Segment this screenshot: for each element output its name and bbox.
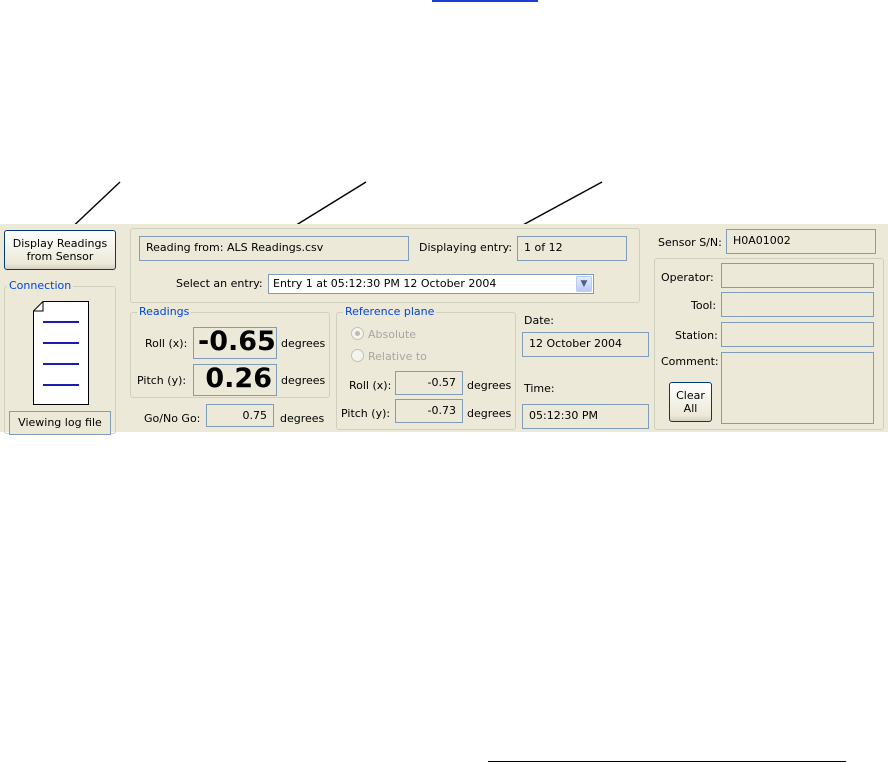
display-readings-button[interactable]: Display Readings from Sensor <box>4 230 116 270</box>
clear-all-button[interactable]: Clear All <box>669 382 712 422</box>
reading-from-field: Reading from: ALS Readings.csv <box>139 236 409 261</box>
time-field: 05:12:30 PM <box>522 404 649 429</box>
radio-selected-icon <box>351 327 364 340</box>
time-label: Time: <box>524 382 555 395</box>
connection-group: Connection Viewing log file <box>4 279 116 435</box>
go-nogo-unit: degrees <box>280 412 325 425</box>
absolute-label: Absolute <box>368 328 417 341</box>
date-field: 12 October 2004 <box>522 332 649 357</box>
connection-status: Viewing log file <box>9 411 111 435</box>
date-label: Date: <box>524 314 554 327</box>
go-nogo-label: Go/No Go: <box>144 412 201 425</box>
entry-panel: Reading from: ALS Readings.csv Displayin… <box>130 228 640 303</box>
ref-roll-value: -0.57 <box>395 371 463 395</box>
sensor-sn-field: H0A01002 <box>726 229 876 254</box>
displaying-entry-label: Displaying entry: <box>419 241 513 254</box>
pitch-unit: degrees <box>281 374 326 387</box>
roll-unit: degrees <box>281 337 326 350</box>
ref-pitch-label: Pitch (y): <box>341 407 391 420</box>
relative-to-label: Relative to <box>368 350 427 363</box>
go-nogo-value: 0.75 <box>206 404 274 427</box>
tool-label: Tool: <box>691 299 717 312</box>
ref-pitch-value: -0.73 <box>395 399 463 423</box>
ref-pitch-unit: degrees <box>467 407 512 420</box>
operator-input[interactable] <box>721 263 874 288</box>
log-file-document-icon <box>33 301 89 405</box>
pitch-label: Pitch (y): <box>137 374 187 387</box>
displaying-entry-field: 1 of 12 <box>517 236 627 261</box>
app-window: Display Readings from Sensor Connection … <box>0 224 888 435</box>
select-entry-value: Entry 1 at 05:12:30 PM 12 October 2004 <box>273 277 497 290</box>
operator-label: Operator: <box>661 271 714 284</box>
ref-roll-unit: degrees <box>467 379 512 392</box>
roll-value: -0.65 <box>193 327 277 359</box>
select-entry-dropdown[interactable]: Entry 1 at 05:12:30 PM 12 October 2004 ▼ <box>268 274 594 294</box>
details-group: Operator: Tool: Station: Comment: Clear … <box>654 258 884 430</box>
absolute-radio[interactable]: Absolute <box>351 327 416 341</box>
reference-plane-group: Reference plane Absolute Relative to Rol… <box>336 305 516 430</box>
select-entry-label: Select an entry: <box>176 277 263 290</box>
station-input[interactable] <box>721 322 874 347</box>
radio-unselected-icon <box>351 349 364 362</box>
reference-plane-title: Reference plane <box>343 305 437 319</box>
readings-title: Readings <box>137 305 192 319</box>
sensor-sn-label: Sensor S/N: <box>658 236 722 249</box>
comment-textarea[interactable] <box>721 352 874 424</box>
roll-label: Roll (x): <box>145 337 188 350</box>
station-label: Station: <box>675 329 718 342</box>
connection-title: Connection <box>7 279 74 293</box>
readings-group: Readings Roll (x): -0.65 degrees Pitch (… <box>130 305 330 398</box>
pitch-value: 0.26 <box>193 364 277 396</box>
relative-to-radio[interactable]: Relative to <box>351 349 427 363</box>
chevron-down-icon[interactable]: ▼ <box>576 276 592 292</box>
ref-roll-label: Roll (x): <box>349 379 392 392</box>
tool-input[interactable] <box>721 292 874 317</box>
comment-label: Comment: <box>661 355 719 368</box>
